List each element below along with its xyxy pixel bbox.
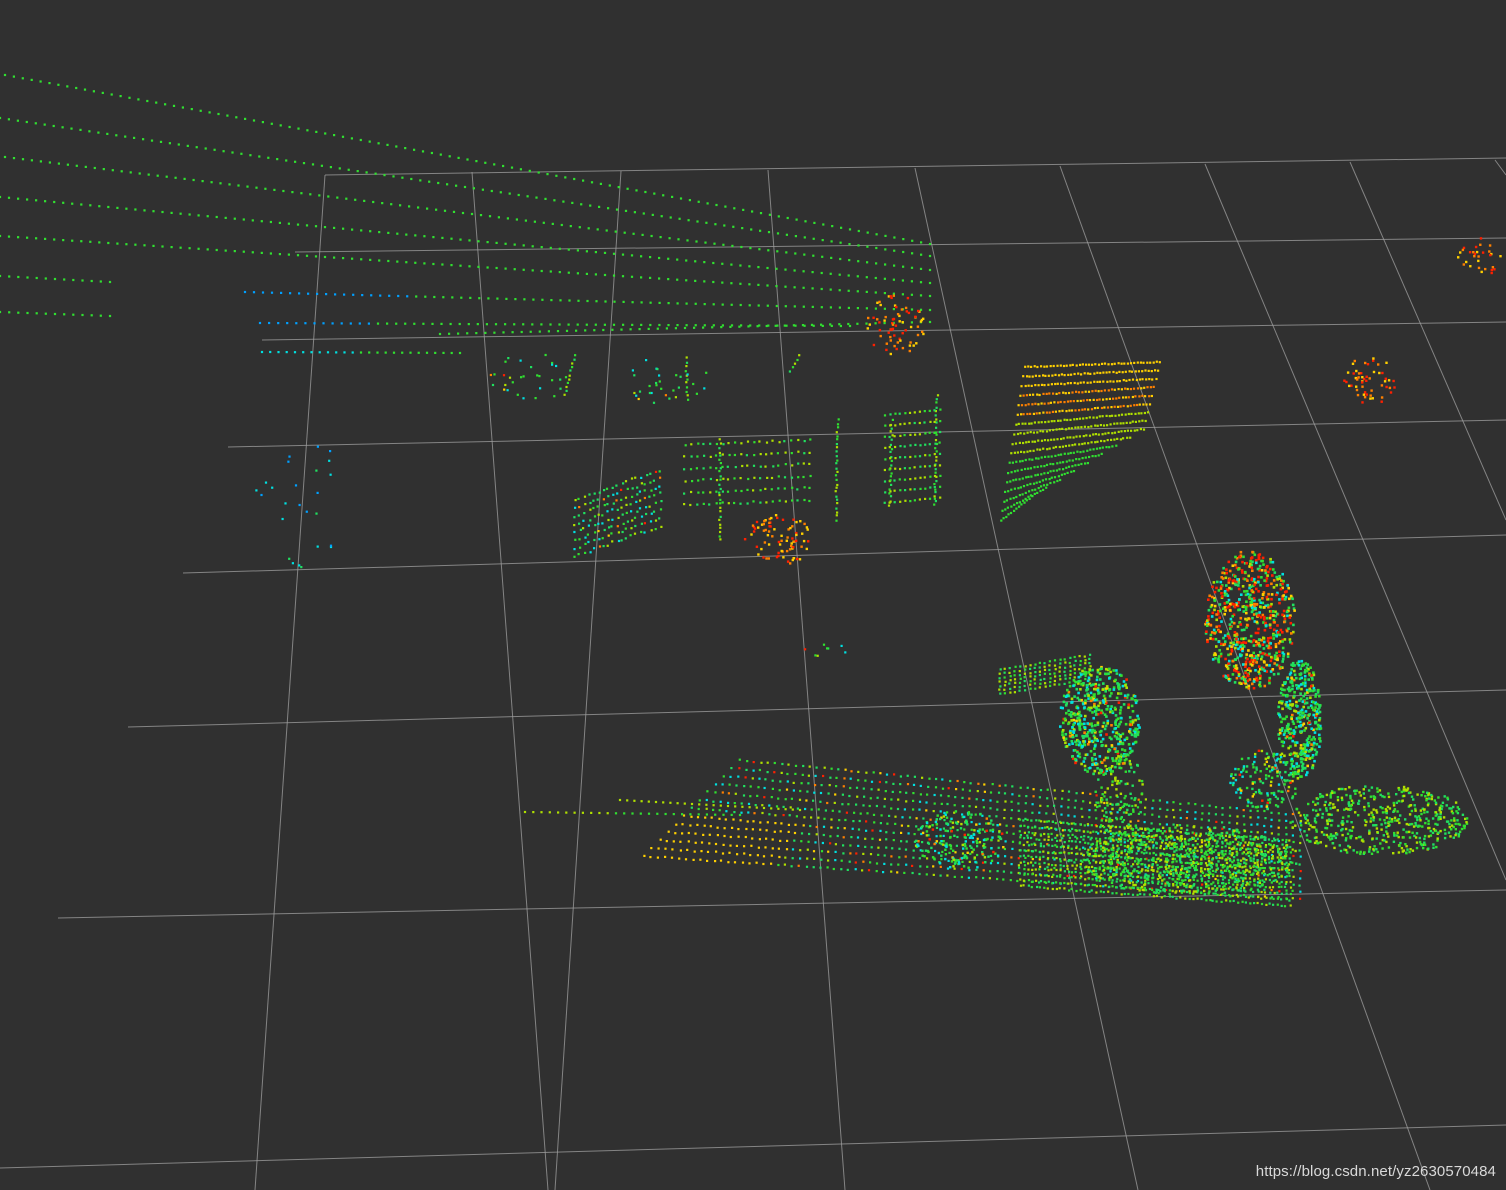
- grid-line-depth: [767, 169, 846, 1190]
- grid-line-depth: [1494, 159, 1506, 176]
- grid-line-horizontal: [182, 534, 1506, 574]
- grid-line-depth: [914, 167, 1139, 1190]
- grid-line-depth: [471, 171, 549, 1190]
- grid-line-depth: [1349, 161, 1506, 521]
- watermark-text: https://blog.csdn.net/yz2630570484: [1255, 1163, 1496, 1180]
- grid-line-horizontal: [261, 321, 1506, 341]
- grid-line-horizontal: [0, 1124, 1506, 1169]
- grid-line-depth: [254, 174, 326, 1190]
- point-cloud-viewport[interactable]: https://blog.csdn.net/yz2630570484: [0, 0, 1506, 1190]
- grid-line-depth: [1204, 163, 1506, 881]
- ground-grid: [0, 157, 1506, 1190]
- point-cloud: [0, 73, 1502, 908]
- grid-line-depth: [554, 170, 622, 1190]
- point-cloud-canvas[interactable]: [0, 0, 1506, 1190]
